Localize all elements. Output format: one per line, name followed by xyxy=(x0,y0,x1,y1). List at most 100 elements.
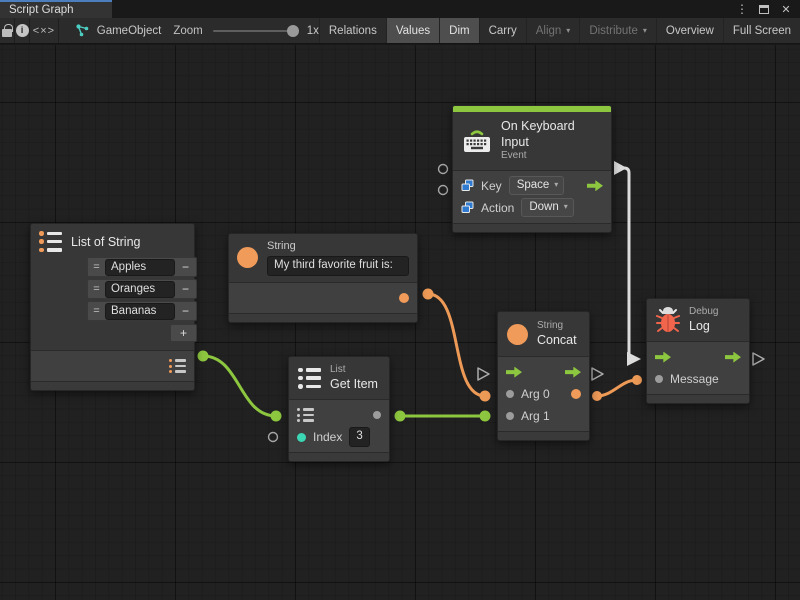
wire-string-to-concat[interactable] xyxy=(428,294,485,396)
index-input-port[interactable] xyxy=(297,433,306,442)
port-indicator-action[interactable] xyxy=(439,186,448,195)
string-value-field[interactable]: My third favorite fruit is: xyxy=(267,256,409,276)
unity-script-graph-window: Script Graph GameObject Zoom xyxy=(0,0,800,600)
arg1-label: Arg 1 xyxy=(521,409,550,423)
overview-button[interactable]: Overview xyxy=(656,18,723,43)
zoom-control: Zoom 1x xyxy=(173,18,319,43)
wire-list-to-getitem[interactable] xyxy=(203,356,276,416)
add-item-button[interactable]: + xyxy=(170,324,197,342)
dim-button[interactable]: Dim xyxy=(439,18,478,43)
node-title: List of String xyxy=(71,235,140,249)
flow-input-port[interactable] xyxy=(655,352,671,363)
toolbar-toggle-group: Relations Values Dim Carry Align Distrib… xyxy=(319,18,800,43)
action-dropdown[interactable]: Down xyxy=(521,198,573,217)
message-input-port[interactable] xyxy=(655,375,663,383)
pages-icon xyxy=(461,201,474,214)
zoom-value: 1x xyxy=(307,25,319,37)
list-item-field[interactable]: Oranges xyxy=(105,281,175,298)
drag-handle[interactable]: = xyxy=(88,305,105,317)
graph-target[interactable]: GameObject xyxy=(75,18,162,43)
wire-keyboard-to-log[interactable] xyxy=(622,168,632,359)
chevron-down-icon xyxy=(566,26,570,35)
remove-item-button[interactable]: − xyxy=(175,282,196,296)
port-indicator-log-out[interactable] xyxy=(753,353,764,365)
tab-bar: Script Graph xyxy=(0,0,800,18)
node-get-item[interactable]: List Get Item Index 3 xyxy=(288,356,390,462)
node-title: Log xyxy=(689,319,718,335)
node-title: Concat xyxy=(537,333,577,349)
bug-icon xyxy=(656,307,680,334)
flow-input-port[interactable] xyxy=(506,367,522,378)
list-input-port[interactable] xyxy=(297,408,314,422)
chevron-down-icon xyxy=(564,200,568,214)
node-debug-log[interactable]: Debug Log Message xyxy=(646,298,750,404)
zoom-slider-handle[interactable] xyxy=(287,25,299,37)
list-editor: = Apples − = Oranges − = Bananas − xyxy=(87,257,197,342)
list-item-row: = Oranges − xyxy=(87,279,197,299)
flow-output-port[interactable] xyxy=(725,352,741,363)
zoom-label: Zoom xyxy=(173,25,202,37)
action-port-label: Action xyxy=(481,201,514,215)
align-button[interactable]: Align xyxy=(526,18,580,43)
list-item-field[interactable]: Apples xyxy=(105,259,175,276)
values-button[interactable]: Values xyxy=(386,18,439,43)
arg1-input-port[interactable] xyxy=(506,412,514,420)
arg0-label: Arg 0 xyxy=(521,387,550,401)
port-indicator-index[interactable] xyxy=(269,433,278,442)
list-item-row: = Apples − xyxy=(87,257,197,277)
result-output-port[interactable] xyxy=(571,389,581,399)
tab-label: Script Graph xyxy=(9,4,74,16)
wire-concat-to-log[interactable] xyxy=(597,380,637,396)
port-indicator-key[interactable] xyxy=(439,165,448,174)
remove-item-button[interactable]: − xyxy=(175,304,196,318)
index-field[interactable]: 3 xyxy=(349,427,369,447)
index-label: Index xyxy=(313,430,342,444)
wire-end-arrow xyxy=(627,352,641,366)
code-preview-button[interactable] xyxy=(30,18,59,43)
port-indicator-concat-out[interactable] xyxy=(592,368,603,380)
key-port-label: Key xyxy=(481,179,502,193)
message-label: Message xyxy=(670,372,719,386)
node-concat[interactable]: String Concat Arg 0 Arg 1 xyxy=(497,311,590,441)
info-button[interactable] xyxy=(15,18,30,43)
fullscreen-button[interactable]: Full Screen xyxy=(723,18,800,43)
target-label: GameObject xyxy=(97,25,162,37)
zoom-slider[interactable] xyxy=(213,25,297,37)
graph-canvas[interactable]: List of String = Apples − = Oranges − = xyxy=(0,45,800,600)
key-dropdown[interactable]: Space xyxy=(509,176,565,195)
info-icon xyxy=(16,24,29,37)
script-graph-icon xyxy=(75,23,90,38)
node-string-literal[interactable]: String My third favorite fruit is: xyxy=(228,233,418,323)
list-item-row: = Bananas − xyxy=(87,301,197,321)
distribute-button[interactable]: Distribute xyxy=(579,18,656,43)
close-icon[interactable] xyxy=(778,1,794,17)
keyboard-icon xyxy=(462,127,492,155)
string-output-port[interactable] xyxy=(399,293,409,303)
node-list-of-string[interactable]: List of String = Apples − = Oranges − = xyxy=(30,223,195,391)
carry-button[interactable]: Carry xyxy=(479,18,526,43)
drag-handle[interactable]: = xyxy=(88,283,105,295)
list-output-port[interactable] xyxy=(169,359,186,373)
trigger-output-port[interactable] xyxy=(587,180,603,191)
chevron-down-icon xyxy=(554,178,558,192)
drag-handle[interactable]: = xyxy=(88,261,105,273)
node-subtitle: Event xyxy=(501,150,602,163)
remove-item-button[interactable]: − xyxy=(175,260,196,274)
relations-button[interactable]: Relations xyxy=(319,18,386,43)
graph-toolbar: GameObject Zoom 1x Relations Values Dim … xyxy=(0,18,800,44)
arg0-input-port[interactable] xyxy=(506,390,514,398)
lock-button[interactable] xyxy=(0,18,15,43)
window-menu-icon[interactable] xyxy=(734,1,750,17)
list-icon xyxy=(39,231,62,252)
chevron-down-icon xyxy=(643,26,647,35)
maximize-icon[interactable] xyxy=(756,1,772,17)
flow-output-port[interactable] xyxy=(565,367,581,378)
tab-script-graph[interactable]: Script Graph xyxy=(0,0,112,18)
item-output-port[interactable] xyxy=(373,411,381,419)
node-type-label: Debug xyxy=(689,306,718,319)
list-item-field[interactable]: Bananas xyxy=(105,303,175,320)
node-on-keyboard-input[interactable]: On Keyboard Input Event Key Space xyxy=(452,105,612,233)
string-type-icon xyxy=(237,247,258,268)
port-indicator-concat-in[interactable] xyxy=(478,368,489,380)
node-title: Get Item xyxy=(330,377,378,393)
